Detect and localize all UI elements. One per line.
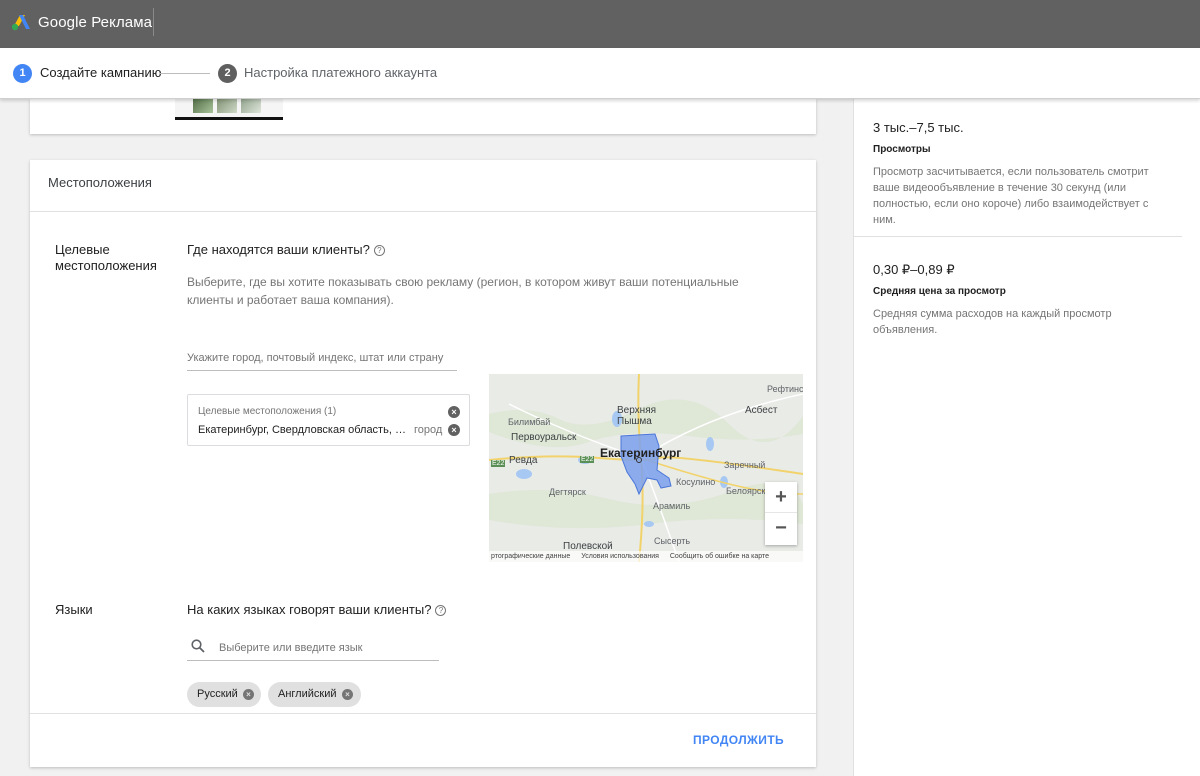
map-label-aramil: Арамиль bbox=[653, 501, 691, 511]
views-label: Просмотры bbox=[873, 144, 931, 155]
continue-button[interactable]: ПРОДОЛЖИТЬ bbox=[693, 733, 784, 747]
map-label-degtyarsk: Дегтярск bbox=[549, 487, 586, 497]
map-footer: ртографические данные Условия использова… bbox=[489, 551, 803, 562]
location-search-placeholder: Укажите город, почтовый индекс, штат или… bbox=[187, 352, 444, 364]
map-label-e22-west: E22 bbox=[491, 460, 506, 467]
map-label-asbest: Асбест bbox=[745, 405, 778, 416]
header-divider bbox=[153, 8, 154, 36]
languages-question-text: На каких языках говорят ваши клиенты? bbox=[187, 602, 432, 617]
map-label-pervouralsk: Первоуральск bbox=[511, 432, 577, 443]
map-data-credit: ртографические данные bbox=[491, 553, 571, 560]
step-2-label[interactable]: Настройка платежного аккаунта bbox=[244, 65, 437, 80]
divider bbox=[854, 236, 1182, 237]
stepper: 1 Создайте кампанию 2 Настройка платежно… bbox=[0, 48, 1200, 99]
locations-question: Где находятся ваши клиенты?? bbox=[187, 242, 385, 257]
search-icon bbox=[191, 639, 205, 653]
thumbnail-frame bbox=[217, 97, 237, 113]
thumbnail-frame bbox=[241, 97, 261, 113]
step-connector bbox=[160, 73, 210, 74]
selected-location-name: Екатеринбург, Свердловская область, Росс… bbox=[198, 424, 410, 436]
help-icon[interactable]: ? bbox=[373, 245, 385, 256]
map-label-e22-center: E22 bbox=[580, 456, 595, 463]
map-label-refti: Рефтинс bbox=[767, 384, 803, 394]
map-terms-link[interactable]: Условия использования bbox=[581, 553, 659, 560]
zoom-in-button[interactable]: + bbox=[765, 482, 797, 513]
location-map[interactable]: Рефтинс Асбест Билимбай Верхняя Пышма Пе… bbox=[489, 374, 803, 562]
video-card bbox=[30, 97, 816, 134]
location-search-input[interactable]: Укажите город, почтовый индекс, штат или… bbox=[187, 343, 457, 371]
map-label-sysert: Сысерть bbox=[654, 536, 691, 546]
app-header: Google Реклама bbox=[0, 0, 1200, 48]
locations-question-text: Где находятся ваши клиенты? bbox=[187, 242, 370, 257]
avg-cpv-description: Средняя сумма расходов на каждый просмот… bbox=[873, 308, 1112, 336]
map-label-kosulino: Косулино bbox=[676, 477, 716, 487]
help-icon[interactable]: ? bbox=[435, 605, 447, 616]
divider bbox=[30, 713, 816, 714]
language-search-placeholder: Выберите или введите язык bbox=[219, 642, 363, 654]
google-ads-logo-icon bbox=[11, 15, 30, 31]
thumbnail-frame bbox=[193, 97, 213, 113]
remove-chip-icon[interactable]: × bbox=[243, 689, 254, 700]
chip-label: Русский bbox=[197, 688, 238, 700]
languages-label: Языки bbox=[55, 602, 93, 617]
target-locations-label: Целевые местоположения bbox=[55, 242, 157, 273]
card-title: Местоположения bbox=[48, 175, 152, 190]
locations-description: Выберите, где вы хотите показывать свою … bbox=[187, 275, 739, 307]
map-label-verkhnyaya-pyshma: Верхняя Пышма bbox=[617, 405, 657, 427]
map-zoom-controls: + − bbox=[765, 482, 797, 545]
map-label-zarechny: Заречный bbox=[724, 460, 766, 470]
avg-cpv-value: 0,30 ₽–0,89 ₽ bbox=[873, 262, 955, 277]
map-label-ekaterinburg: Екатеринбург bbox=[600, 446, 682, 460]
views-description: Просмотр засчитывается, если пользовател… bbox=[873, 166, 1149, 226]
language-search-input[interactable]: Выберите или введите язык bbox=[187, 633, 439, 661]
selected-locations-box: Целевые местоположения (1) × Екатеринбур… bbox=[187, 394, 470, 446]
step-1-number: 1 bbox=[13, 64, 32, 83]
languages-question: На каких языках говорят ваши клиенты?? bbox=[187, 602, 447, 617]
map-label-beloyarsk: Белоярск bbox=[726, 486, 766, 496]
views-value: 3 тыс.–7,5 тыс. bbox=[873, 120, 964, 135]
app-title: Google Реклама bbox=[38, 14, 153, 31]
zoom-out-button[interactable]: − bbox=[765, 513, 797, 544]
clear-all-icon[interactable]: × bbox=[448, 406, 460, 418]
chip-label: Английский bbox=[278, 688, 337, 700]
language-chip-russian[interactable]: Русский × bbox=[187, 682, 261, 707]
divider bbox=[30, 211, 816, 212]
map-label-revda: Ревда bbox=[509, 455, 538, 466]
selected-locations-header: Целевые местоположения (1) bbox=[198, 406, 337, 417]
avg-cpv-label: Средняя цена за просмотр bbox=[873, 286, 1006, 297]
selected-location-type: город bbox=[414, 424, 443, 436]
step-2-number: 2 bbox=[218, 64, 237, 83]
step-1-label[interactable]: Создайте кампанию bbox=[40, 65, 161, 80]
forecast-sidebar: 3 тыс.–7,5 тыс. Просмотры Просмотр засчи… bbox=[853, 99, 1200, 776]
remove-chip-icon[interactable]: × bbox=[342, 689, 353, 700]
video-thumbnail[interactable] bbox=[175, 97, 283, 120]
language-chip-english[interactable]: Английский × bbox=[268, 682, 361, 707]
map-report-link[interactable]: Сообщить об ошибке на карте bbox=[670, 553, 769, 560]
remove-location-icon[interactable]: × bbox=[448, 424, 460, 436]
locations-card: Местоположения Целевые местоположения Гд… bbox=[30, 160, 816, 767]
map-label-bilimbay: Билимбай bbox=[508, 417, 551, 427]
